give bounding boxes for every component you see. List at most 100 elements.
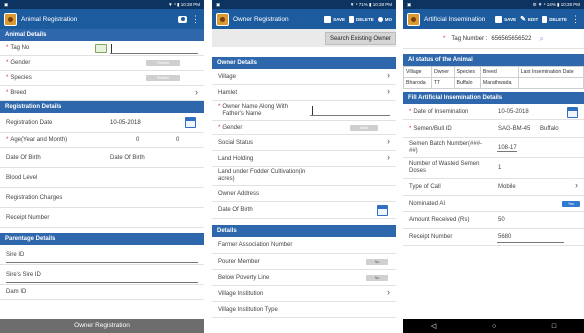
breed-row[interactable]: * Breed › [0,86,204,101]
semen-batch-row[interactable]: Semen Batch Number(###-##) 108-17 [403,138,584,158]
semen-bull-id-value[interactable]: SAG-BM-45 [498,126,530,132]
home-icon[interactable]: ○ [492,323,496,330]
calendar-icon[interactable] [567,107,578,118]
sires-sire-id-input[interactable] [6,282,198,283]
species-row[interactable]: * Species Buffalo [0,71,204,86]
village-institution-row[interactable]: Village Institution › [212,286,396,302]
below-poverty-label: Below Poverty Line [218,274,270,281]
amount-received-row[interactable]: Amount Received (Rs) 50 [403,212,584,229]
hamlet-row[interactable]: Hamlet › [212,85,396,101]
tag-no-label: Tag No [10,45,30,51]
sire-id-input[interactable] [6,262,198,263]
semen-batch-label: Semen Batch Number(###-##) [409,140,483,154]
delete-button[interactable]: DELETE [348,15,374,23]
receipt-number-row[interactable]: Receipt Number 5680 [403,229,584,246]
social-status-row[interactable]: Social Status › [212,135,396,151]
chevron-right-icon: › [387,70,390,80]
overflow-menu-icon[interactable]: ⋮ [571,14,580,24]
type-of-call-value[interactable]: Mobile [498,184,516,190]
wasted-doses-value[interactable]: 1 [498,165,501,171]
type-of-call-row[interactable]: Type of Call Mobile › [403,179,584,196]
search-existing-owner-button[interactable]: Search Existing Owner [324,32,396,45]
calendar-icon[interactable] [185,117,196,128]
semen-bull-id-row[interactable]: * Semen/Bull ID SAG-BM-45 Buffalo [403,120,584,138]
save-icon [324,15,332,23]
table-cell: Buffalo [453,77,481,89]
farmer-association-row[interactable]: Farmer Association Number [212,237,396,254]
tag-no-input[interactable] [110,53,198,54]
age-month-input[interactable]: 0 [176,137,179,143]
camera-icon[interactable] [178,15,187,23]
date-of-birth-value[interactable]: Date Of Birth [110,155,145,161]
sire-id-row[interactable]: Sire ID [0,245,204,265]
nominated-ai-toggle[interactable]: Yes [562,200,580,207]
table-row: Bharoda TT Buffalo Marathwada [403,77,584,89]
chevron-right-icon: › [387,86,390,96]
notification-icon: ▣ [407,1,412,7]
registration-date-row[interactable]: Registration Date 10-05-2018 [0,113,204,133]
age-year-input[interactable]: 0 [136,137,139,143]
edit-button[interactable]: ✎ EDIT [520,15,538,23]
date-of-birth-row[interactable]: Date Of Birth Date Of Birth [0,148,204,168]
status-bar: ▣ ▼ ⁴ ▮ 10:28 PM [0,0,204,9]
gender-row[interactable]: * Gender Female [0,56,204,71]
age-label: Age(Year and Month) [10,137,68,143]
land-fodder-row[interactable]: Land under Fodder Cultivation(in acres) [212,167,396,186]
village-row[interactable]: Village › [212,69,396,85]
gender-row[interactable]: * Gender Male [212,121,396,135]
date-of-birth-row[interactable]: Date Of Birth [212,202,396,219]
section-parentage-details: Parentage Details [0,233,204,245]
owner-name-row[interactable]: * Owner Name Along With Father's Name [212,101,396,121]
date-of-insemination-row[interactable]: * Date of Insemination 10-05-2018 [403,104,584,120]
receipt-number-value[interactable]: 5680 [498,234,511,240]
page-title: Artificial Insemination [424,15,486,23]
registration-charges-row[interactable]: Registration Charges [0,188,204,208]
calendar-icon[interactable] [377,205,388,216]
dam-id-row[interactable]: Dam ID [0,285,204,300]
gender-label: Gender [10,60,31,66]
receipt-number-input[interactable] [497,242,564,243]
table-header-cell: Breed [479,66,519,78]
gender-select[interactable]: Female [146,60,180,66]
owner-address-row[interactable]: Owner Address [212,186,396,202]
below-poverty-row[interactable]: Below Poverty Line No [212,270,396,286]
gender-select[interactable]: Male [350,124,378,131]
owner-address-label: Owner Address [218,190,260,197]
age-row: * Age(Year and Month) 0 0 [0,133,204,148]
delete-button[interactable]: DELETE [542,15,567,23]
village-institution-type-row[interactable]: Village Institution Type [212,302,396,318]
app-logo-icon [216,12,229,26]
owner-name-input[interactable] [310,115,390,116]
sires-sire-id-row[interactable]: Sire's Sire ID [0,265,204,285]
wasted-doses-row[interactable]: Number of Wasted Semen Doses 1 [403,158,584,179]
more-label: MO [384,16,392,22]
owner-registration-button[interactable]: Owner Registration [0,319,204,333]
back-icon[interactable]: ◁ [431,322,436,330]
table-cell: Marathwada [479,77,519,89]
nominated-ai-row[interactable]: Nominated AI Yes [403,196,584,212]
tag-number-value[interactable]: 656565656522 [491,36,531,42]
required-marker: * [6,137,9,143]
species-select[interactable]: Buffalo [146,75,180,81]
amount-received-value[interactable]: 50 [498,217,505,223]
semen-batch-value[interactable]: 108-17 [498,145,517,151]
search-icon[interactable]: ⌕ [539,34,543,44]
receipt-number-row[interactable]: Receipt Number [0,208,204,228]
land-holding-row[interactable]: Land Holding › [212,151,396,167]
more-button[interactable]: MO [377,16,392,22]
save-button[interactable]: SAVE [324,15,345,23]
date-of-birth-label: Date Of Birth [6,154,41,161]
blood-level-row[interactable]: Blood Level [0,168,204,188]
save-button[interactable]: SAVE [495,15,516,23]
pourer-member-row[interactable]: Pourer Member No [212,254,396,270]
barcode-scan-icon[interactable] [95,44,107,53]
overflow-menu-icon[interactable]: ⋮ [191,14,200,24]
registration-date-value: 10-05-2018 [110,119,141,126]
recent-apps-icon[interactable]: □ [552,323,556,330]
pourer-member-toggle[interactable]: No [366,258,388,265]
chevron-right-icon: › [387,287,390,297]
semen-batch-input[interactable] [497,151,517,152]
social-status-label: Social Status [218,139,254,146]
sires-sire-id-label: Sire's Sire ID [6,271,41,278]
below-poverty-toggle[interactable]: No [366,274,388,281]
